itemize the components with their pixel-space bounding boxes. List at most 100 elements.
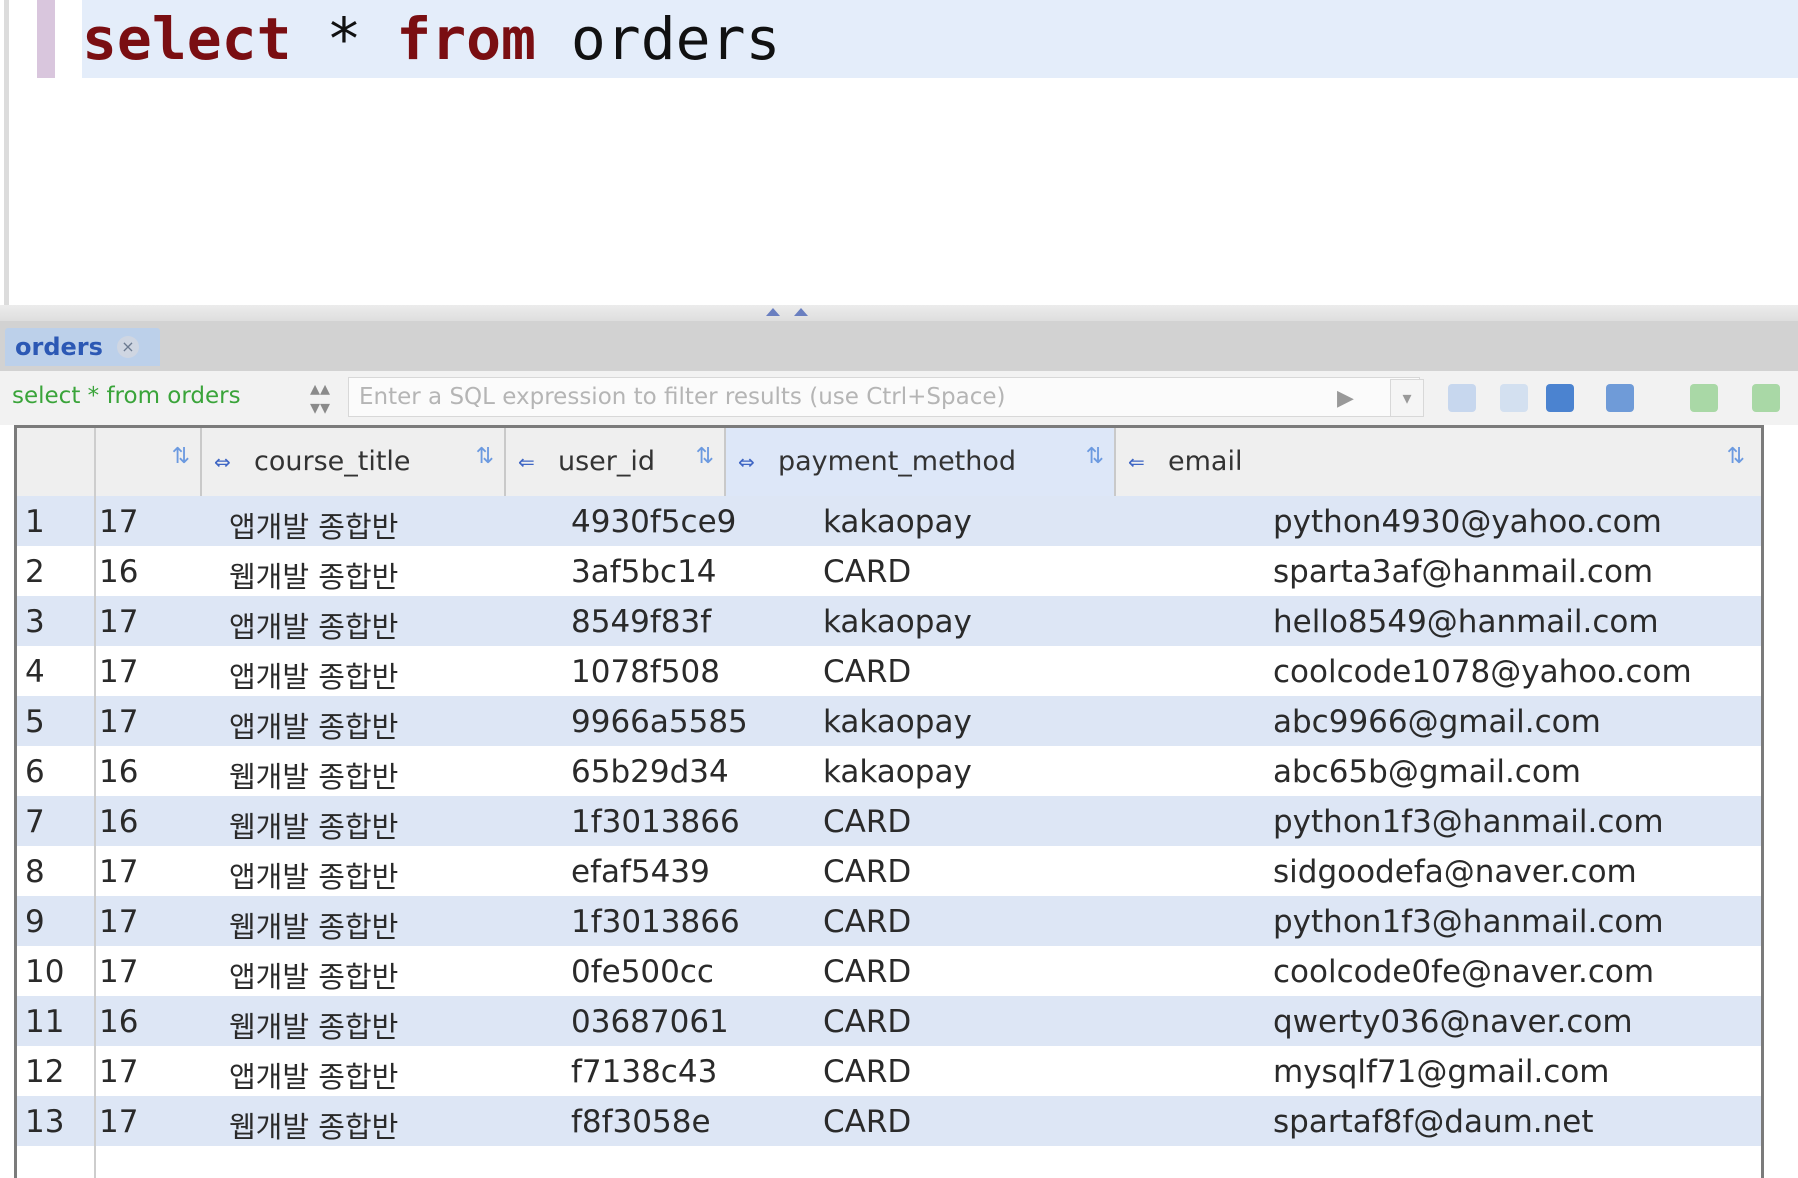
table-row[interactable]: 9 17 웹개발 종합반 1f3013866 CARD python1f3@hanmail… xyxy=(17,896,1761,946)
navigate-next-icon[interactable] xyxy=(1752,384,1780,412)
cell-course-title[interactable]: 웹개발 종합반 xyxy=(229,804,398,846)
cell-id[interactable]: 16 xyxy=(99,804,138,840)
table-row[interactable]: 6 16 웹개발 종합반 65b29d34 kakaopay abc65b@gmail.c… xyxy=(17,746,1761,796)
cell-payment-method[interactable]: kakaopay xyxy=(823,504,972,540)
table-row[interactable]: 13 17 웹개발 종합반 f8f3058e CARD spartaf8f@daum.ne… xyxy=(17,1096,1761,1146)
result-grid[interactable]: ⇅ ⇔ course_title ⇅ ⇐ user_id ⇅ ⇔ payment… xyxy=(14,425,1764,1178)
cell-payment-method[interactable]: CARD xyxy=(823,1104,911,1140)
close-icon[interactable]: × xyxy=(116,336,139,358)
cell-course-title[interactable]: 웹개발 종합반 xyxy=(229,1104,398,1146)
sql-editor[interactable]: select * from orders xyxy=(0,0,1798,305)
cell-course-title[interactable]: 웹개발 종합반 xyxy=(229,1004,398,1046)
run-filter-icon[interactable]: ▶ xyxy=(1337,386,1354,411)
cell-email[interactable]: abc9966@gmail.com xyxy=(1273,704,1601,740)
cell-email[interactable]: abc65b@gmail.com xyxy=(1273,754,1581,790)
cell-user-id[interactable]: 0fe500cc xyxy=(571,954,714,990)
table-row[interactable]: 8 17 앱개발 종합반 efaf5439 CARD sidgoodefa@naver.c… xyxy=(17,846,1761,896)
sort-icon[interactable]: ⇅ xyxy=(696,444,714,469)
tab-orders[interactable]: orders × xyxy=(5,328,160,366)
cell-email[interactable]: sparta3af@hanmail.com xyxy=(1273,554,1653,590)
cell-user-id[interactable]: 1078f508 xyxy=(571,654,720,690)
cell-user-id[interactable]: f8f3058e xyxy=(571,1104,711,1140)
filter-settings-icon[interactable] xyxy=(1500,384,1528,412)
cell-user-id[interactable]: 4930f5ce9 xyxy=(571,504,736,540)
cell-user-id[interactable]: 65b29d34 xyxy=(571,754,729,790)
collapse-up-icon[interactable] xyxy=(766,308,780,316)
cell-email[interactable]: coolcode1078@yahoo.com xyxy=(1273,654,1692,690)
cell-payment-method[interactable]: kakaopay xyxy=(823,704,972,740)
save-icon[interactable] xyxy=(1546,384,1574,412)
cell-user-id[interactable]: 1f3013866 xyxy=(571,904,740,940)
cell-payment-method[interactable]: CARD xyxy=(823,1004,911,1040)
navigate-prev-icon[interactable] xyxy=(1690,384,1718,412)
cell-id[interactable]: 17 xyxy=(99,604,138,640)
filter-history-icon[interactable]: ▾ xyxy=(1390,379,1424,417)
cell-id[interactable]: 17 xyxy=(99,954,138,990)
cell-user-id[interactable]: 03687061 xyxy=(571,1004,729,1040)
cell-payment-method[interactable]: CARD xyxy=(823,554,911,590)
cell-id[interactable]: 17 xyxy=(99,654,138,690)
cell-user-id[interactable]: f7138c43 xyxy=(571,1054,717,1090)
cell-id[interactable]: 17 xyxy=(99,1104,138,1140)
cell-email[interactable]: hello8549@hanmail.com xyxy=(1273,604,1659,640)
table-row[interactable]: 10 17 앱개발 종합반 0fe500cc CARD coolcode0fe@naver… xyxy=(17,946,1761,996)
cell-course-title[interactable]: 앱개발 종합반 xyxy=(229,704,398,746)
table-row[interactable]: 2 16 웹개발 종합반 3af5bc14 CARD sparta3af@hanmail.… xyxy=(17,546,1761,596)
sort-icon[interactable]: ⇅ xyxy=(172,444,190,469)
cell-email[interactable]: coolcode0fe@naver.com xyxy=(1273,954,1654,990)
table-row[interactable]: 7 16 웹개발 종합반 1f3013866 CARD python1f3@hanmail… xyxy=(17,796,1761,846)
panel-splitter[interactable] xyxy=(0,305,1798,321)
cell-email[interactable]: mysqlf71@gmail.com xyxy=(1273,1054,1610,1090)
table-row[interactable]: 11 16 웹개발 종합반 03687061 CARD qwerty036@naver.c… xyxy=(17,996,1761,1046)
cell-email[interactable]: python1f3@hanmail.com xyxy=(1273,904,1664,940)
column-header-user-id[interactable]: ⇐ user_id ⇅ xyxy=(506,428,726,496)
table-row[interactable]: 1 17 앱개발 종합반 4930f5ce9 kakaopay python4930@ya… xyxy=(17,496,1761,546)
cell-id[interactable]: 17 xyxy=(99,1054,138,1090)
sort-icon[interactable]: ⇅ xyxy=(476,444,494,469)
cell-email[interactable]: sidgoodefa@naver.com xyxy=(1273,854,1637,890)
cell-user-id[interactable]: 9966a5585 xyxy=(571,704,748,740)
cell-course-title[interactable]: 웹개발 종합반 xyxy=(229,554,398,596)
cell-email[interactable]: python1f3@hanmail.com xyxy=(1273,804,1664,840)
cell-email[interactable]: python4930@yahoo.com xyxy=(1273,504,1662,540)
cell-payment-method[interactable]: CARD xyxy=(823,654,911,690)
erase-filter-icon[interactable] xyxy=(1448,384,1476,412)
cell-email[interactable]: spartaf8f@daum.net xyxy=(1273,1104,1594,1140)
cell-user-id[interactable]: 3af5bc14 xyxy=(571,554,717,590)
cell-user-id[interactable]: 1f3013866 xyxy=(571,804,740,840)
expand-collapse-icon[interactable]: ▴▴ ▾▾ xyxy=(300,378,340,417)
column-header-id[interactable]: ⇅ xyxy=(96,428,202,496)
cell-course-title[interactable]: 앱개발 종합반 xyxy=(229,854,398,896)
cell-course-title[interactable]: 앱개발 종합반 xyxy=(229,504,398,546)
cell-id[interactable]: 17 xyxy=(99,904,138,940)
cell-payment-method[interactable]: CARD xyxy=(823,954,911,990)
table-row[interactable]: 12 17 앱개발 종합반 f7138c43 CARD mysqlf71@gmail.co… xyxy=(17,1046,1761,1096)
table-row[interactable]: 4 17 앱개발 종합반 1078f508 CARD coolcode1078@yahoo… xyxy=(17,646,1761,696)
cell-payment-method[interactable]: CARD xyxy=(823,1054,911,1090)
cell-payment-method[interactable]: kakaopay xyxy=(823,754,972,790)
cell-payment-method[interactable]: CARD xyxy=(823,854,911,890)
cell-course-title[interactable]: 앱개발 종합반 xyxy=(229,654,398,696)
cell-id[interactable]: 16 xyxy=(99,554,138,590)
cell-email[interactable]: qwerty036@naver.com xyxy=(1273,1004,1633,1040)
cell-id[interactable]: 17 xyxy=(99,704,138,740)
cell-user-id[interactable]: efaf5439 xyxy=(571,854,710,890)
column-header-payment-method[interactable]: ⇔ payment_method ⇅ xyxy=(726,428,1116,496)
code-line[interactable]: select * from orders xyxy=(82,0,1798,78)
cell-payment-method[interactable]: kakaopay xyxy=(823,604,972,640)
table-row[interactable]: 3 17 앱개발 종합반 8549f83f kakaopay hello8549@hanm… xyxy=(17,596,1761,646)
cell-course-title[interactable]: 앱개발 종합반 xyxy=(229,954,398,996)
sort-icon[interactable]: ⇅ xyxy=(1086,444,1104,469)
cell-course-title[interactable]: 앱개발 종합반 xyxy=(229,604,398,646)
cell-payment-method[interactable]: CARD xyxy=(823,904,911,940)
cell-user-id[interactable]: 8549f83f xyxy=(571,604,711,640)
table-row[interactable]: 5 17 앱개발 종합반 9966a5585 kakaopay abc9966@gmail… xyxy=(17,696,1761,746)
filter-input[interactable] xyxy=(348,377,1420,417)
export-icon[interactable] xyxy=(1606,384,1634,412)
cell-course-title[interactable]: 웹개발 종합반 xyxy=(229,754,398,796)
expand-up-icon[interactable] xyxy=(794,308,808,316)
cell-id[interactable]: 17 xyxy=(99,854,138,890)
cell-course-title[interactable]: 웹개발 종합반 xyxy=(229,904,398,946)
cell-course-title[interactable]: 앱개발 종합반 xyxy=(229,1054,398,1096)
column-header-course-title[interactable]: ⇔ course_title ⇅ xyxy=(202,428,506,496)
